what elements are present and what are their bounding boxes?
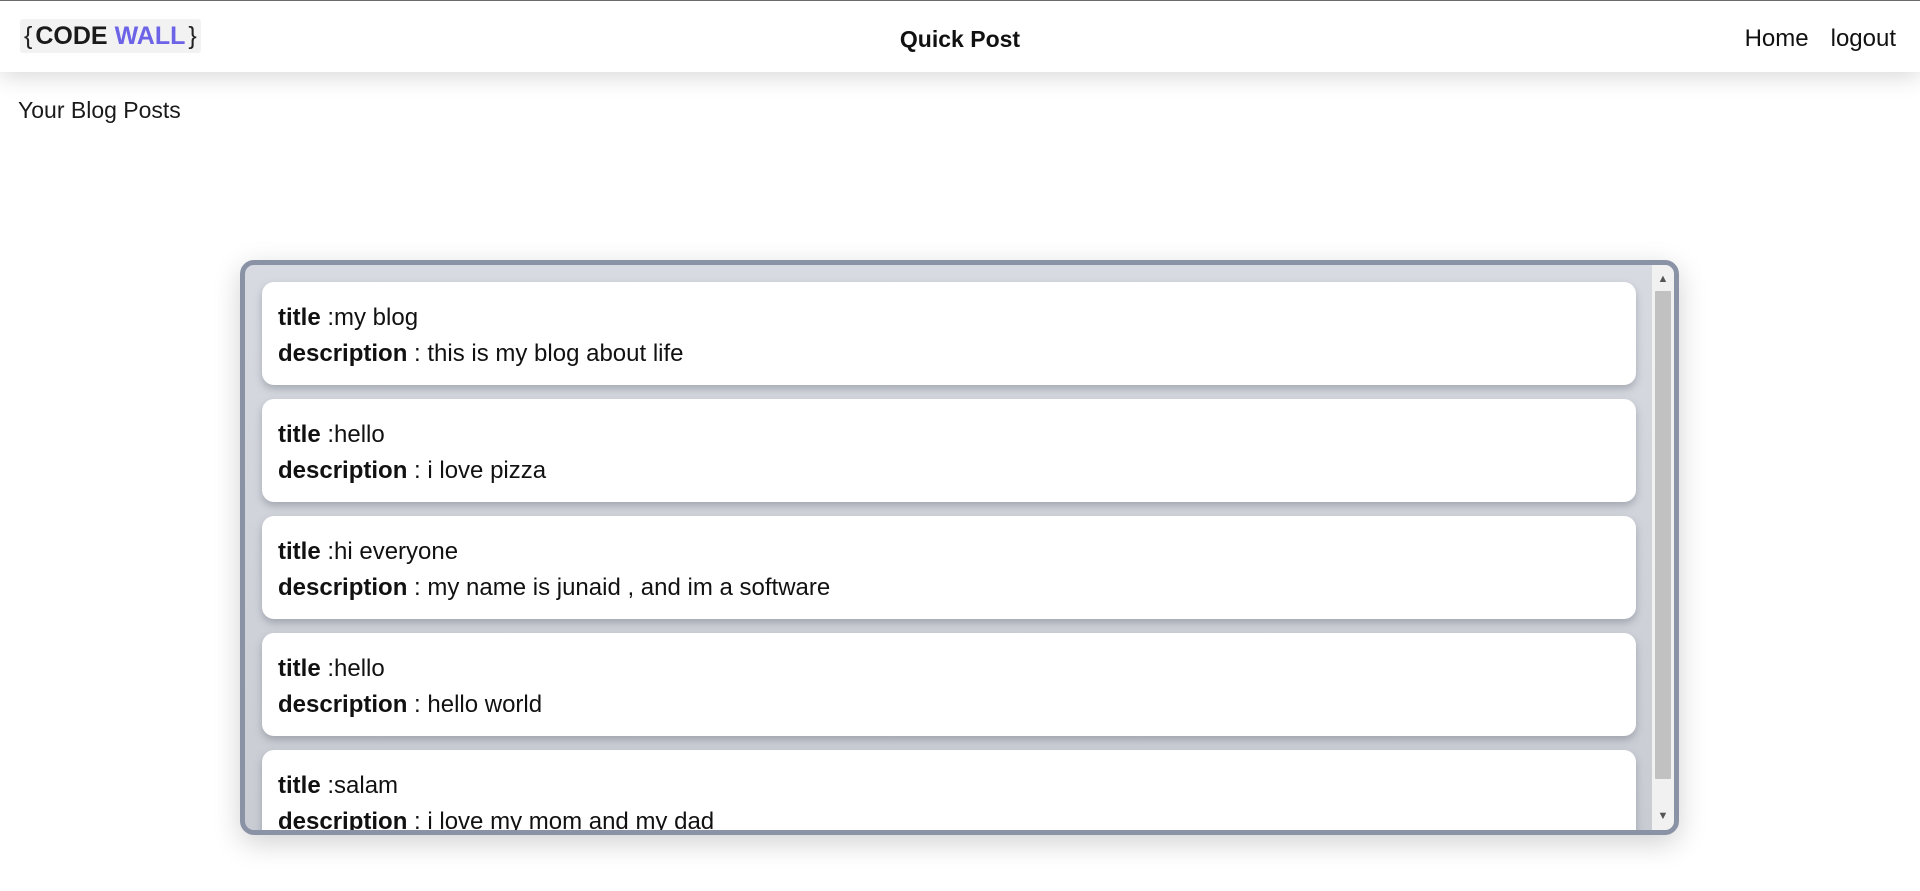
post-card[interactable]: title :hello description : hello world — [262, 633, 1636, 736]
post-description-line: description : hello world — [278, 687, 1620, 723]
post-title-label: title — [278, 772, 321, 799]
post-description-line: description : i love my mom and my dad — [278, 804, 1620, 830]
post-description-separator: : — [407, 808, 428, 830]
post-title-line: title :my blog — [278, 300, 1620, 336]
post-title: hello — [334, 655, 385, 682]
post-description: this is my blog about life — [427, 340, 684, 367]
post-description-separator: : — [407, 691, 428, 718]
post-description-label: description — [278, 691, 408, 718]
post-title-separator: : — [320, 538, 335, 565]
post-title-line: title :hello — [278, 417, 1620, 453]
post-description-label: description — [278, 574, 408, 601]
nav-links: Home logout — [1745, 24, 1896, 54]
logo-wall-text: WALL — [114, 22, 186, 50]
post-description-separator: : — [407, 340, 428, 367]
nav-logout-link[interactable]: logout — [1831, 24, 1896, 54]
post-description: my name is junaid , and im a software — [427, 574, 831, 601]
post-description-line: description : i love pizza — [278, 453, 1620, 489]
post-title-separator: : — [320, 421, 335, 448]
logo-brace-close: } — [188, 22, 197, 50]
nav-home-link[interactable]: Home — [1745, 24, 1809, 54]
post-title-label: title — [278, 421, 321, 448]
page-heading: Your Blog Posts — [18, 97, 181, 123]
post-title: hello — [334, 421, 385, 448]
post-description-separator: : — [407, 574, 428, 601]
post-description: i love pizza — [427, 457, 547, 484]
post-card[interactable]: title :hello description : i love pizza — [262, 399, 1636, 502]
post-description-separator: : — [407, 457, 428, 484]
post-description: hello world — [427, 691, 543, 718]
app-title-container: Quick Post — [0, 25, 1920, 53]
app-title: Quick Post — [899, 26, 1021, 52]
post-description-label: description — [278, 457, 408, 484]
scrollbar-thumb[interactable] — [1655, 291, 1671, 779]
vertical-scrollbar[interactable]: ▲ ▼ — [1652, 265, 1674, 830]
post-description: i love my mom and my dad — [427, 808, 715, 830]
post-title-line: title :hi everyone — [278, 534, 1620, 570]
post-list: title :my blog description : this is my … — [245, 265, 1652, 830]
scroll-up-arrow-icon[interactable]: ▲ — [1652, 269, 1674, 289]
post-card[interactable]: title :my blog description : this is my … — [262, 282, 1636, 385]
top-navbar: {CODE WALL} Quick Post Home logout — [0, 0, 1920, 72]
post-title: my blog — [334, 304, 419, 331]
post-title-label: title — [278, 538, 321, 565]
post-title: hi everyone — [334, 538, 459, 565]
blog-posts-feed[interactable]: title :my blog description : this is my … — [240, 260, 1679, 835]
logo-brace-open: { — [24, 22, 33, 50]
scroll-down-arrow-icon[interactable]: ▼ — [1652, 806, 1674, 826]
post-title-separator: : — [320, 772, 335, 799]
logo-code-text: CODE — [35, 22, 108, 50]
post-description-label: description — [278, 340, 408, 367]
post-description-label: description — [278, 808, 408, 830]
post-title-separator: : — [320, 655, 335, 682]
post-title-separator: : — [320, 304, 335, 331]
post-description-line: description : this is my blog about life — [278, 336, 1620, 372]
post-title-label: title — [278, 304, 321, 331]
post-card[interactable]: title :salam description : i love my mom… — [262, 750, 1636, 830]
post-title: salam — [334, 772, 399, 799]
post-title-label: title — [278, 655, 321, 682]
code-wall-logo[interactable]: {CODE WALL} — [20, 19, 201, 53]
post-card[interactable]: title :hi everyone description : my name… — [262, 516, 1636, 619]
post-title-line: title :hello — [278, 651, 1620, 687]
post-description-line: description : my name is junaid , and im… — [278, 570, 1620, 606]
post-title-line: title :salam — [278, 768, 1620, 804]
